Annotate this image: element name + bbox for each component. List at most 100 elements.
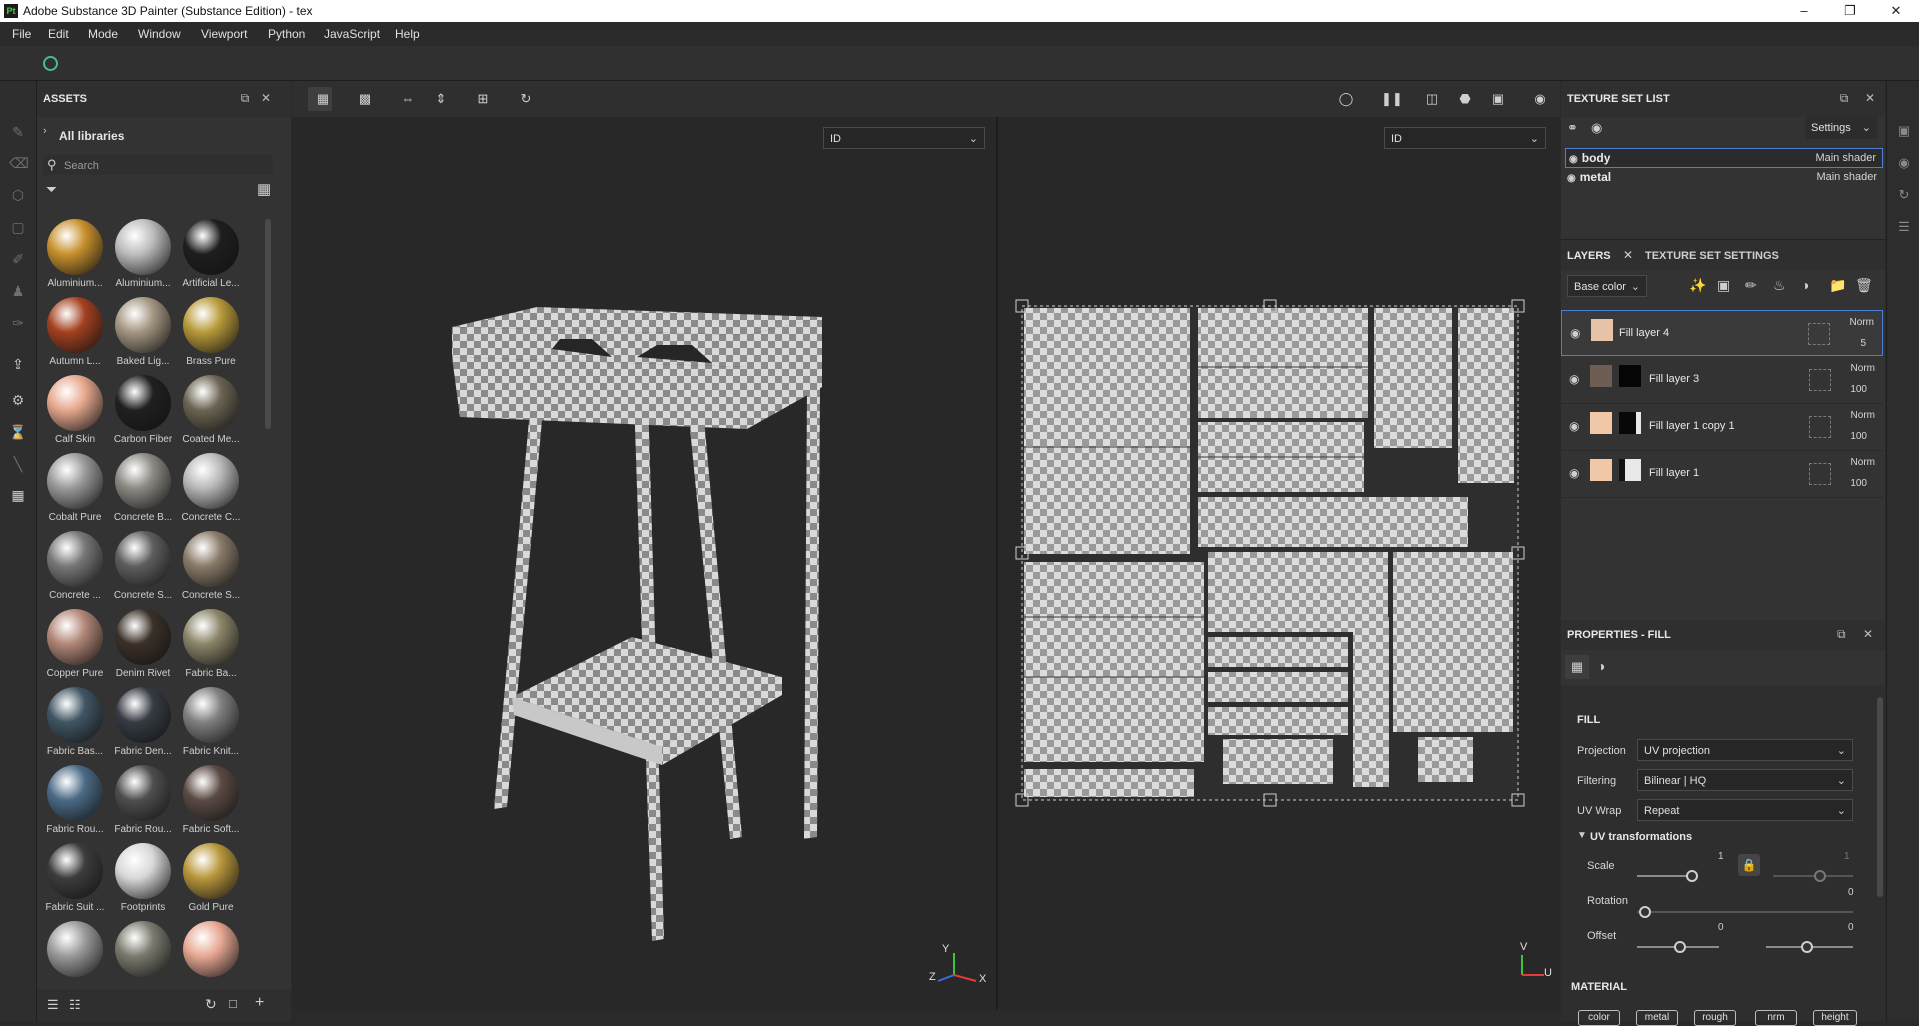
fill-tab-icon[interactable]: ▦: [1565, 655, 1589, 679]
chip-color[interactable]: color: [1578, 1010, 1620, 1026]
material-thumbnail[interactable]: Fabric Soft...: [178, 765, 244, 843]
eye-icon[interactable]: ◉: [1569, 154, 1578, 165]
offset-value-2[interactable]: 0: [1848, 922, 1854, 933]
search-box[interactable]: ⚲ Search: [43, 155, 273, 175]
projection-icon[interactable]: ⬡: [9, 186, 27, 204]
refresh-icon[interactable]: ↻: [205, 996, 217, 1013]
smudge-icon[interactable]: ✐: [9, 250, 27, 268]
layer-opacity[interactable]: 100: [1850, 384, 1867, 395]
material-thumbnail[interactable]: Fabric Knit...: [178, 687, 244, 765]
viewer-settings-icon[interactable]: ▦: [9, 486, 27, 504]
layer-mask-thumb[interactable]: [1619, 365, 1641, 387]
material-thumbnail[interactable]: Aluminium...: [110, 219, 176, 297]
undock-icon[interactable]: ⧉: [1837, 627, 1846, 642]
add-smart-material-icon[interactable]: ◑: [1801, 277, 1809, 293]
library-selector[interactable]: All libraries: [59, 129, 124, 143]
mirror-tool-icon[interactable]: ◫: [1424, 91, 1440, 107]
projection-select[interactable]: UV projection ⌄: [1637, 739, 1853, 761]
scale-slider-2-knob[interactable]: [1814, 870, 1826, 882]
sync-status-icon[interactable]: [43, 56, 58, 71]
scale-value-2[interactable]: 1: [1844, 851, 1850, 862]
material-thumbnail[interactable]: [110, 921, 176, 999]
material-thumbnail[interactable]: [42, 921, 108, 999]
add-fill-layer-icon[interactable]: ♨: [1773, 277, 1786, 294]
material-thumbnail[interactable]: Fabric Suit ...: [42, 843, 108, 921]
scale-value[interactable]: 1: [1718, 851, 1724, 862]
chip-height[interactable]: height: [1813, 1010, 1857, 1026]
add-effect-icon[interactable]: ✨: [1689, 277, 1706, 294]
eye-icon[interactable]: ◉: [1569, 466, 1579, 480]
chip-nrm[interactable]: nrm: [1755, 1010, 1797, 1026]
close-icon[interactable]: ✕: [259, 91, 273, 105]
material-thumbnail[interactable]: Baked Lig...: [110, 297, 176, 375]
offset-slider-2-knob[interactable]: [1801, 941, 1813, 953]
layer-row[interactable]: ◉ Fill layer 3 Norm 100: [1561, 357, 1883, 404]
material-thumbnail[interactable]: Fabric Den...: [110, 687, 176, 765]
menu-file[interactable]: File: [12, 27, 31, 41]
chip-metal[interactable]: metal: [1636, 1010, 1678, 1026]
filtering-select[interactable]: Bilinear | HQ ⌄: [1637, 769, 1853, 791]
blend-mode[interactable]: Norm: [1851, 363, 1875, 374]
list-view-icon[interactable]: ☰: [47, 997, 59, 1013]
material-thumbnail[interactable]: Fabric Ba...: [178, 609, 244, 687]
blend-mode[interactable]: Norm: [1851, 457, 1875, 468]
hourglass-icon[interactable]: ⌛: [9, 423, 27, 441]
viewport-3d[interactable]: ID ⌄ Y Z X: [292, 117, 996, 1010]
layer-opacity[interactable]: 100: [1850, 478, 1867, 489]
tab-layers[interactable]: LAYERS: [1567, 250, 1611, 262]
close-icon[interactable]: ✕: [1623, 248, 1633, 262]
material-thumbnail[interactable]: Concrete B...: [110, 453, 176, 531]
camera-icon[interactable]: ◉: [1532, 91, 1548, 107]
delete-icon[interactable]: 🗑: [1855, 277, 1873, 294]
layer-row[interactable]: ◉ Fill layer 1 Norm 100: [1561, 451, 1883, 498]
slash-icon[interactable]: ╲: [9, 455, 27, 473]
eye-closed-icon[interactable]: ⚭: [1567, 120, 1578, 136]
material-thumbnail[interactable]: Fabric Bas...: [42, 687, 108, 765]
rotation-value[interactable]: 0: [1848, 887, 1854, 898]
eraser-icon[interactable]: ⌫: [9, 154, 29, 172]
color-picker-icon[interactable]: ✑: [9, 314, 27, 332]
rotation-slider[interactable]: [1637, 911, 1853, 913]
eye-icon[interactable]: ◉: [1591, 120, 1602, 136]
geometry-mask-icon[interactable]: ▢: [9, 218, 27, 236]
material-thumbnail[interactable]: Concrete S...: [110, 531, 176, 609]
tree-view-icon[interactable]: ☷: [69, 997, 81, 1013]
add-mask-icon[interactable]: ▣: [1717, 277, 1730, 294]
offset-slider-knob[interactable]: [1674, 941, 1686, 953]
viewport-2d[interactable]: ID ⌄ V U: [998, 117, 1560, 1010]
menu-edit[interactable]: Edit: [48, 27, 69, 41]
tab-texture-set-settings[interactable]: TEXTURE SET SETTINGS: [1645, 250, 1779, 262]
texture-set-metal[interactable]: ◉ metal Main shader: [1567, 168, 1883, 186]
layer-row[interactable]: ◉ Fill layer 4 Norm 5: [1561, 310, 1883, 356]
chevron-down-icon[interactable]: ▼: [1577, 830, 1587, 841]
log-icon[interactable]: ☰: [1895, 219, 1913, 237]
settings-dropdown[interactable]: Settings ⌄: [1805, 117, 1877, 139]
texture-set-body[interactable]: ◉ body Main shader: [1565, 148, 1883, 168]
close-icon[interactable]: ✕: [1863, 91, 1877, 105]
scale-slider-knob[interactable]: [1686, 870, 1698, 882]
material-thumbnail[interactable]: Concrete C...: [178, 453, 244, 531]
eye-icon[interactable]: ◉: [1567, 173, 1576, 184]
close-window-button[interactable]: ✕: [1873, 1, 1919, 21]
minimize-button[interactable]: –: [1781, 1, 1827, 21]
paint-brush-icon[interactable]: ✎: [9, 123, 27, 141]
history-icon[interactable]: ↻: [1895, 187, 1913, 205]
eye-icon[interactable]: ◉: [1569, 372, 1579, 386]
properties-scrollbar[interactable]: [1877, 697, 1883, 897]
cube-icon[interactable]: ⬣: [1457, 91, 1473, 107]
undock-icon[interactable]: ⧉: [1837, 91, 1851, 105]
eye-icon[interactable]: ◉: [1569, 419, 1579, 433]
undock-icon[interactable]: ⧉: [238, 91, 252, 105]
uv-transformations-toggle[interactable]: UV transformations: [1590, 831, 1692, 843]
material-thumbnail[interactable]: Carbon Fiber: [110, 375, 176, 453]
material-thumbnail[interactable]: Concrete S...: [178, 531, 244, 609]
menu-viewport[interactable]: Viewport: [201, 27, 247, 41]
material-thumbnail[interactable]: Cobalt Pure: [42, 453, 108, 531]
clone-icon[interactable]: ♟: [9, 282, 27, 300]
blend-mode[interactable]: Norm: [1850, 317, 1874, 328]
display-settings-icon[interactable]: ◉: [1895, 155, 1913, 173]
new-folder-icon[interactable]: □: [229, 996, 237, 1011]
blend-mode[interactable]: Norm: [1851, 410, 1875, 421]
chevron-right-icon[interactable]: ›: [43, 125, 47, 137]
layer-opacity[interactable]: 100: [1850, 431, 1867, 442]
